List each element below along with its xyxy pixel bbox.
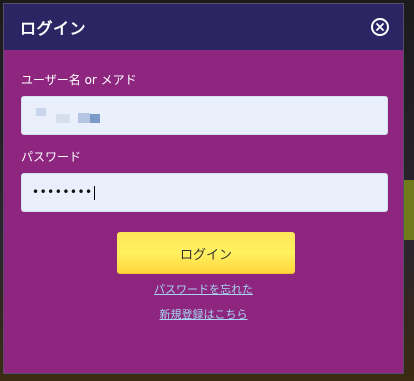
- username-value-obscured: [36, 107, 106, 124]
- password-input[interactable]: ••••••••: [21, 173, 388, 212]
- username-input[interactable]: [21, 96, 388, 135]
- background-content: [404, 180, 414, 240]
- username-label: ユーザー名 or メアド: [21, 73, 137, 87]
- password-value: ••••••••: [32, 184, 95, 201]
- password-label: パスワード: [21, 150, 82, 164]
- close-icon: [376, 23, 384, 31]
- dialog-body: ユーザー名 or メアド パスワード •••••••• ログイン パスワードを忘…: [4, 50, 403, 322]
- login-button[interactable]: ログイン: [117, 232, 295, 274]
- register-link[interactable]: 新規登録はこちら: [21, 308, 386, 322]
- dialog-header: ログイン: [4, 4, 403, 50]
- dialog-title: ログイン: [20, 19, 87, 38]
- password-mask: ••••••••: [32, 185, 93, 199]
- auth-links: パスワードを忘れた 新規登録はこちら: [21, 283, 386, 322]
- login-dialog: ログイン ユーザー名 or メアド パスワード •••••••• ログイン パス…: [3, 3, 404, 374]
- close-button[interactable]: [371, 18, 389, 36]
- forgot-password-link[interactable]: パスワードを忘れた: [21, 283, 386, 297]
- text-caret: [93, 185, 95, 200]
